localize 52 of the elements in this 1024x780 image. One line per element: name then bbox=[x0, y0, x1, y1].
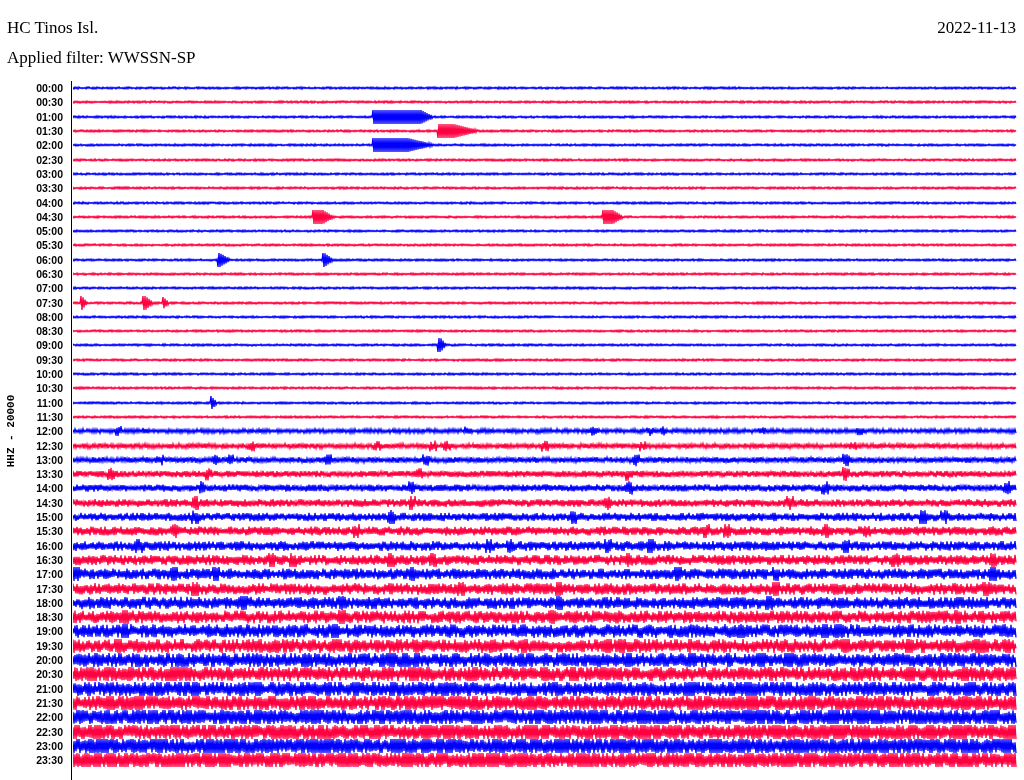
time-label: 18:00 bbox=[35, 596, 63, 609]
time-label: 13:30 bbox=[35, 468, 63, 481]
time-label: 12:30 bbox=[35, 439, 63, 452]
time-label: 12:00 bbox=[35, 425, 63, 438]
time-label: 11:00 bbox=[35, 396, 63, 409]
time-label: 01:00 bbox=[35, 110, 63, 123]
date-label: 2022-11-13 bbox=[937, 18, 1016, 39]
time-label: 07:00 bbox=[35, 282, 63, 295]
time-label: 13:00 bbox=[35, 453, 63, 466]
time-label: 03:30 bbox=[35, 182, 63, 195]
filter-label: Applied filter: WWSSN-SP bbox=[7, 48, 196, 67]
time-label: 14:30 bbox=[35, 496, 63, 509]
time-label: 15:00 bbox=[35, 511, 63, 524]
time-label: 02:00 bbox=[35, 139, 63, 152]
time-label: 08:30 bbox=[35, 325, 63, 338]
time-label: 06:30 bbox=[35, 268, 63, 280]
time-label: 08:00 bbox=[35, 310, 63, 323]
time-label: 21:30 bbox=[35, 696, 63, 709]
time-label: 01:30 bbox=[35, 125, 63, 138]
time-label: 04:30 bbox=[35, 210, 63, 223]
time-label: 22:00 bbox=[35, 711, 63, 724]
time-label: 09:30 bbox=[35, 353, 63, 366]
station-title: HC Tinos Isl. bbox=[7, 18, 99, 39]
time-label: 14:00 bbox=[35, 482, 63, 495]
time-label: 20:00 bbox=[35, 654, 63, 666]
time-label: 03:00 bbox=[35, 167, 63, 180]
time-label: 10:00 bbox=[35, 368, 63, 381]
time-label: 07:30 bbox=[35, 296, 63, 309]
time-label: 17:30 bbox=[35, 582, 63, 595]
time-label: 16:30 bbox=[35, 553, 63, 566]
time-label: 21:00 bbox=[35, 682, 63, 695]
time-label: 00:00 bbox=[35, 82, 63, 95]
time-label: 22:30 bbox=[35, 725, 63, 738]
time-label: 18:30 bbox=[35, 611, 63, 624]
time-label: 06:00 bbox=[35, 253, 63, 266]
time-label: 19:00 bbox=[35, 625, 63, 638]
time-label: 11:30 bbox=[35, 410, 63, 423]
time-label: 23:00 bbox=[35, 739, 63, 752]
time-label: 19:30 bbox=[35, 639, 63, 652]
time-label: 04:00 bbox=[35, 196, 63, 209]
time-label: 05:30 bbox=[35, 239, 63, 252]
time-label: 00:30 bbox=[35, 96, 63, 109]
time-label: 10:30 bbox=[35, 382, 63, 395]
time-label: 23:30 bbox=[35, 754, 63, 767]
time-label: 09:00 bbox=[35, 339, 63, 352]
time-label: 20:30 bbox=[35, 668, 63, 681]
time-label: 17:00 bbox=[35, 568, 63, 581]
time-label: 05:00 bbox=[35, 225, 63, 238]
channel-label: HHZ - 20000 bbox=[5, 394, 17, 467]
time-label: 15:30 bbox=[35, 525, 63, 538]
time-label: 16:00 bbox=[35, 539, 63, 552]
time-label: 02:30 bbox=[35, 153, 63, 166]
